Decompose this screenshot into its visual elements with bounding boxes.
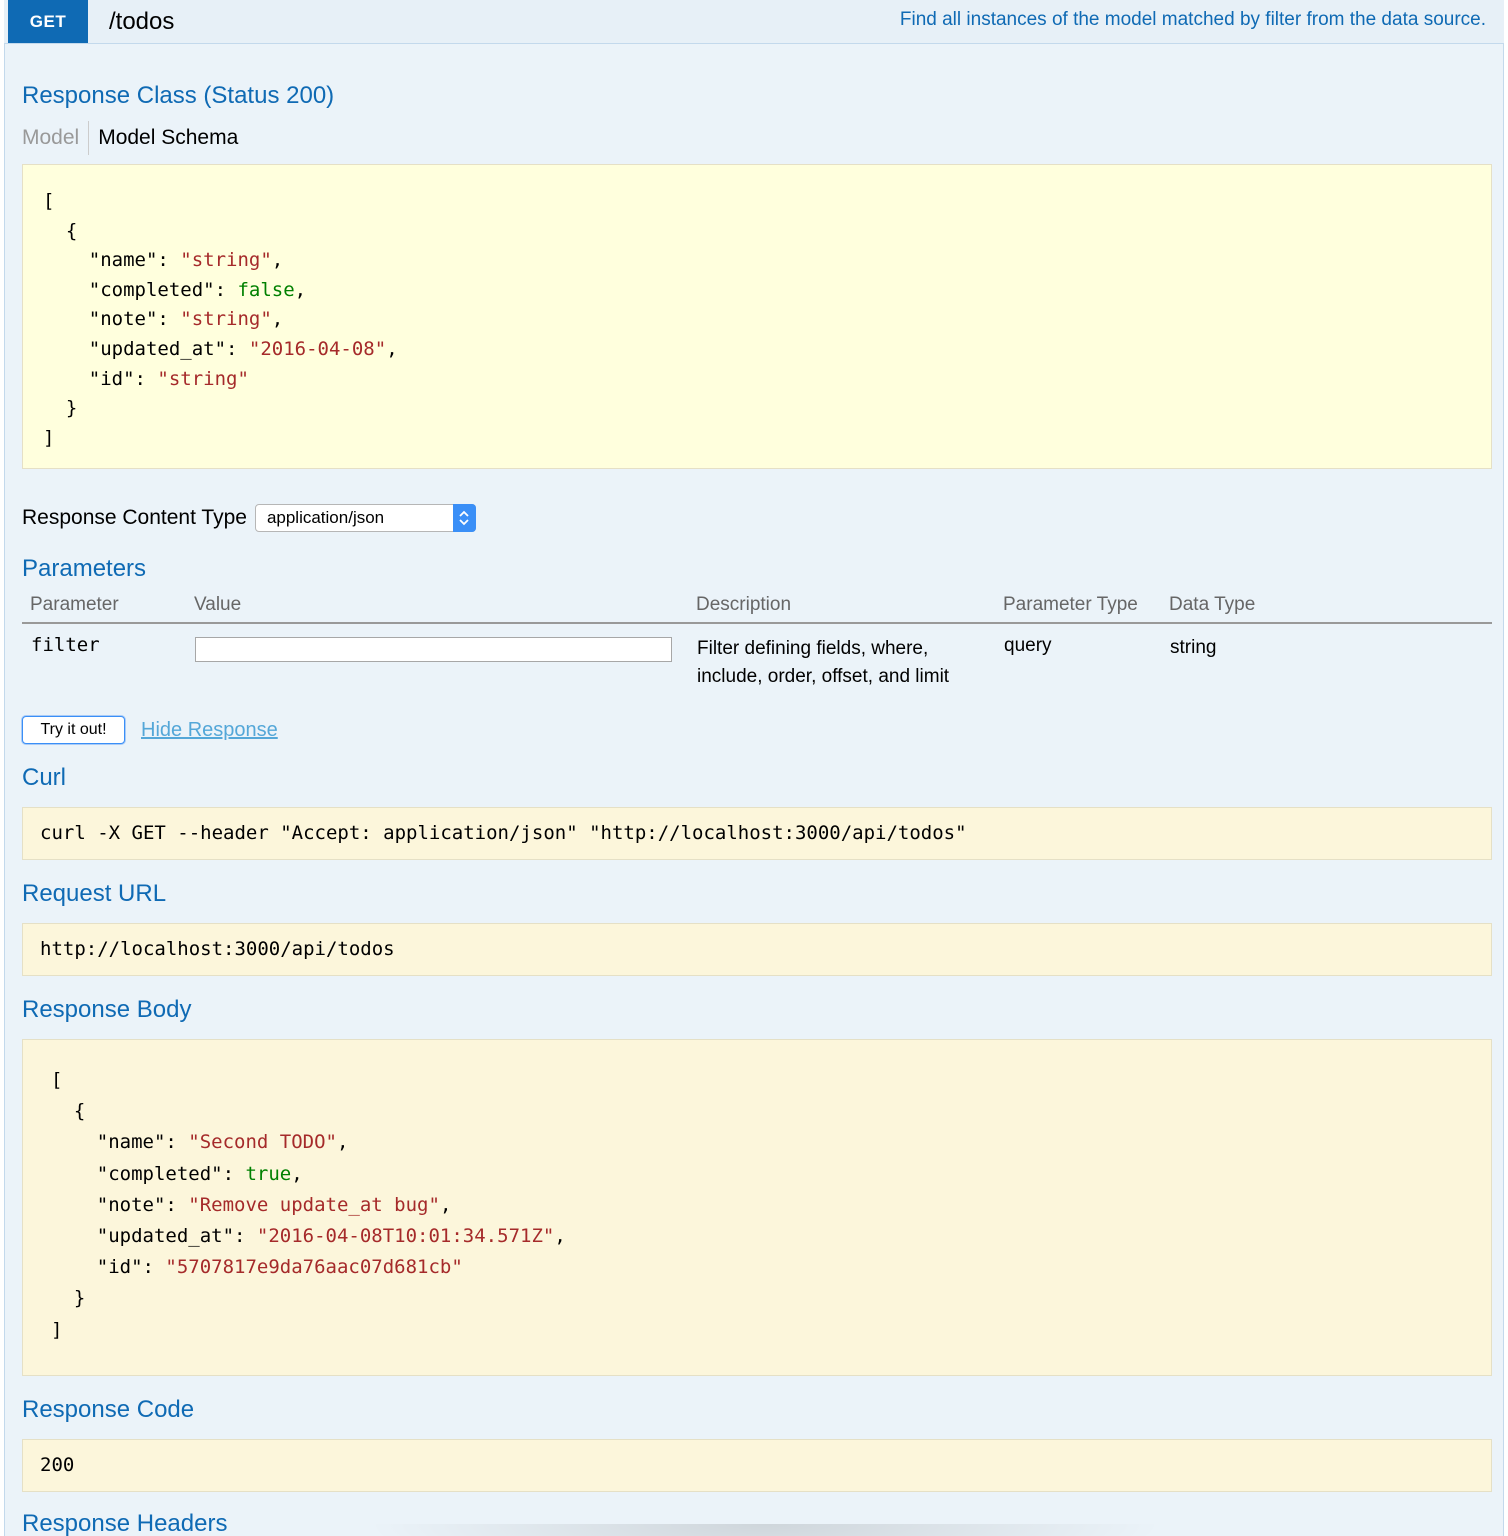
- code-line: "updated_at": "2016-04-08",: [43, 337, 398, 360]
- code-line: [: [43, 190, 55, 212]
- response-content-type-row: Response Content Type application/json: [22, 504, 476, 532]
- header-data-type: Data Type: [1169, 594, 1256, 615]
- header-parameter-type: Parameter Type: [1003, 594, 1138, 615]
- content-type-select[interactable]: application/json: [254, 504, 476, 532]
- code-line: }: [43, 397, 78, 420]
- code-line: {: [43, 219, 78, 242]
- endpoint-path[interactable]: /todos: [109, 8, 174, 36]
- scroll-shadow: [365, 1524, 1165, 1536]
- parameters-table: Parameter Value Description Parameter Ty…: [22, 590, 1492, 696]
- code-line: "name": "string",: [43, 249, 284, 272]
- request-url-box[interactable]: http://localhost:3000/api/todos: [22, 923, 1492, 976]
- response-class-title: Response Class (Status 200): [22, 82, 335, 109]
- header-description: Description: [696, 594, 792, 615]
- model-schema-box[interactable]: [ { "name": "string", "completed": false…: [22, 164, 1492, 469]
- content-type-selected: application/json: [266, 508, 385, 527]
- code-line: [: [51, 1069, 63, 1091]
- parameters-title: Parameters: [22, 555, 147, 582]
- response-body-title: Response Body: [22, 996, 192, 1023]
- param-name: filter: [31, 634, 100, 656]
- header-value: Value: [194, 594, 242, 615]
- curl-box[interactable]: curl -X GET --header "Accept: applicatio…: [22, 807, 1492, 860]
- response-content-type-label: Response Content Type: [22, 506, 247, 529]
- tab-model[interactable]: Model: [22, 121, 90, 155]
- hide-response-link[interactable]: Hide Response: [141, 719, 278, 742]
- request-url-title: Request URL: [22, 880, 167, 907]
- code-line: ]: [51, 1318, 63, 1341]
- code-line: "updated_at": "2016-04-08T10:01:34.571Z"…: [51, 1224, 566, 1247]
- code-line: "completed": true,: [51, 1162, 303, 1185]
- code-line: }: [51, 1287, 86, 1310]
- code-line: ]: [43, 426, 55, 449]
- param-data-type: string: [1170, 637, 1217, 658]
- code-line: "id": "string": [43, 367, 249, 390]
- param-description: Filter defining fields, where, include, …: [697, 638, 950, 687]
- response-code-title: Response Code: [22, 1396, 195, 1423]
- filter-input[interactable]: [195, 637, 672, 662]
- model-tabs: Model Model Schema: [22, 121, 238, 155]
- endpoint-summary[interactable]: Find all instances of the model matched …: [900, 9, 1486, 31]
- table-row: filter Filter defining fields, where, in…: [22, 624, 1492, 696]
- code-line: "note": "Remove update_at bug",: [51, 1193, 452, 1216]
- response-code-box[interactable]: 200: [22, 1439, 1492, 1492]
- header-parameter: Parameter: [30, 594, 119, 615]
- param-type: query: [1004, 635, 1052, 656]
- curl-title: Curl: [22, 764, 67, 791]
- response-headers-title: Response Headers: [22, 1510, 228, 1536]
- code-line: {: [51, 1100, 86, 1123]
- endpoint-header[interactable]: GET /todos Find all instances of the mod…: [4, 0, 1504, 44]
- operation-content: Response Class (Status 200) Model Model …: [4, 44, 1504, 1536]
- try-it-out-button[interactable]: Try it out!: [22, 716, 125, 744]
- code-line: "completed": false,: [43, 278, 307, 301]
- select-arrows-icon[interactable]: [452, 504, 476, 532]
- code-line: "name": "Second TODO",: [51, 1131, 349, 1154]
- code-line: "id": "5707817e9da76aac07d681cb": [51, 1256, 463, 1279]
- tab-model-schema[interactable]: Model Schema: [89, 121, 238, 155]
- parameters-table-header: Parameter Value Description Parameter Ty…: [22, 590, 1492, 624]
- method-badge[interactable]: GET: [8, 0, 88, 43]
- response-body-box[interactable]: [ { "name": "Second TODO", "completed": …: [22, 1039, 1492, 1376]
- code-line: "note": "string",: [43, 308, 284, 331]
